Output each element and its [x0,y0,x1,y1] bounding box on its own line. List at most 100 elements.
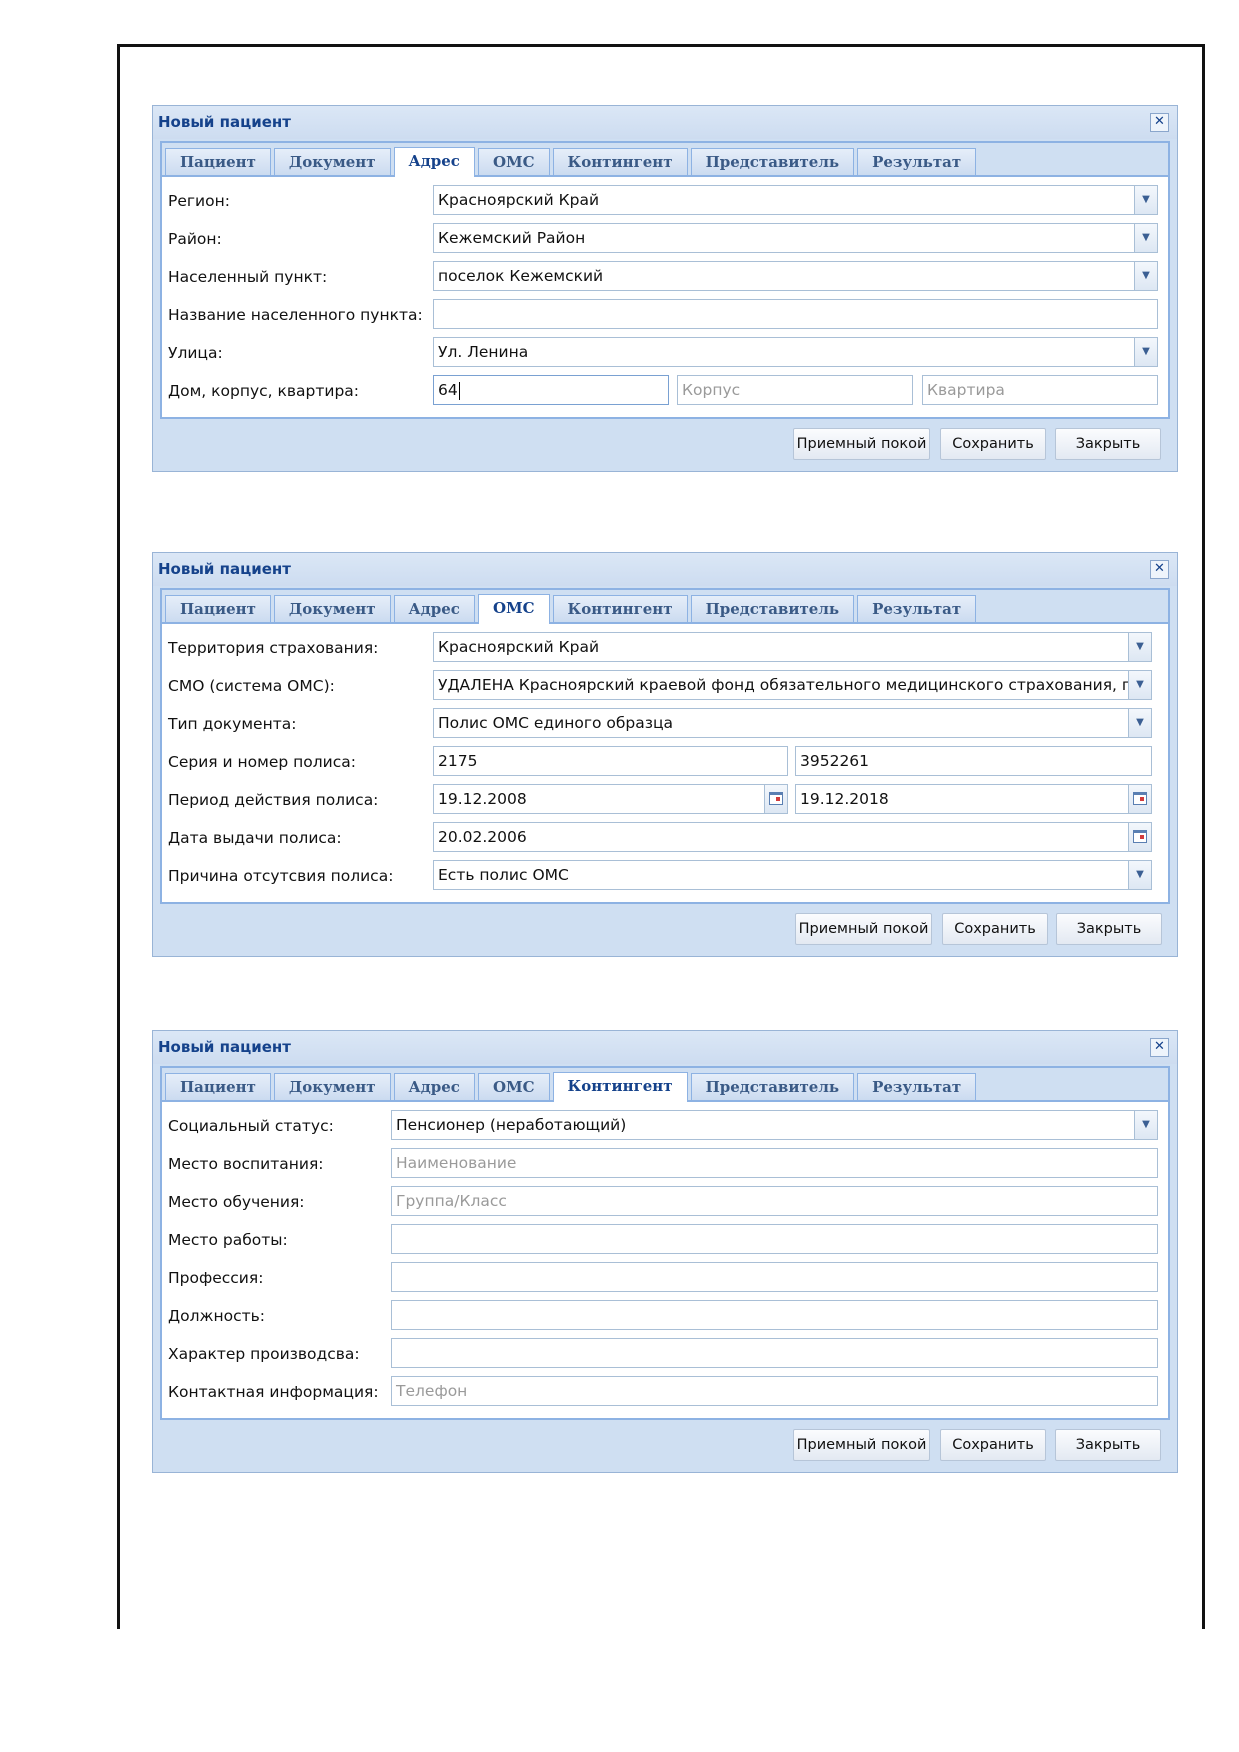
tab-patient[interactable]: Пациент [165,595,271,622]
form-row-study: Место обучения: Группа/Класс [168,1184,1160,1222]
policy-period-label: Период действия полиса: [168,791,379,809]
reception-button[interactable]: Приемный покой [793,1429,930,1461]
production-type-field[interactable] [391,1338,1158,1368]
settlement-combo[interactable]: поселок Кежемский [433,261,1135,291]
tab-representative[interactable]: Представитель [690,1073,855,1100]
tab-address[interactable]: Адрес [393,1073,475,1100]
window-title-bar[interactable]: Новый пациент ✕ [153,106,1177,139]
issue-date-label: Дата выдачи полиса: [168,829,342,847]
upbringing-field[interactable]: Наименование [391,1148,1158,1178]
policy-to-field[interactable]: 19.12.2018 [795,784,1129,814]
form-row-settlement: Населенный пункт: поселок Кежемский ▼ [168,259,1160,297]
tab-address[interactable]: Адрес [393,147,475,177]
street-combo[interactable]: Ул. Ленина [433,337,1135,367]
form-row-issue-date: Дата выдачи полиса: 20.02.2006 [168,820,1160,858]
form-row-district: Район: Кежемский Район ▼ [168,221,1160,259]
chevron-down-icon[interactable]: ▼ [1134,337,1158,367]
form-row-policy-period: Период действия полиса: 19.12.2008 19.12… [168,782,1160,820]
tab-result[interactable]: Результат [857,1073,977,1100]
tab-address[interactable]: Адрес [393,595,475,622]
tab-document[interactable]: Документ [273,1073,391,1100]
position-field[interactable] [391,1300,1158,1330]
close-button[interactable]: Закрыть [1056,913,1162,945]
form-row-workplace: Место работы: [168,1222,1160,1260]
calendar-icon[interactable] [764,784,788,814]
window-title-bar[interactable]: Новый пациент ✕ [153,1031,1177,1064]
policy-series-field[interactable]: 2175 [433,746,788,776]
smo-combo[interactable]: УДАЛЕНА Красноярский краевой фонд обязат… [433,670,1129,700]
chevron-down-icon[interactable]: ▼ [1128,670,1152,700]
window-body: Пациент Документ Адрес ОМС Контингент Пр… [160,588,1170,904]
policy-number-field[interactable]: 3952261 [795,746,1152,776]
tab-strip: Пациент Документ Адрес ОМС Контингент Пр… [162,143,1168,177]
chevron-down-icon[interactable]: ▼ [1134,261,1158,291]
position-label: Должность: [168,1307,265,1325]
production-type-label: Характер производсва: [168,1345,360,1363]
tab-oms[interactable]: ОМС [477,1073,550,1100]
window-title: Новый пациент [158,1038,291,1056]
territory-combo[interactable]: Красноярский Край [433,632,1129,662]
issue-date-field[interactable]: 20.02.2006 [433,822,1129,852]
tab-document[interactable]: Документ [273,595,391,622]
tab-result[interactable]: Результат [857,148,977,175]
close-icon[interactable]: ✕ [1150,113,1169,132]
social-status-combo[interactable]: Пенсионер (неработающий) [391,1110,1135,1140]
chevron-down-icon[interactable]: ▼ [1128,632,1152,662]
tab-patient[interactable]: Пациент [165,1073,271,1100]
policy-number-label: Серия и номер полиса: [168,753,356,771]
window-title-bar[interactable]: Новый пациент ✕ [153,553,1177,586]
close-button[interactable]: Закрыть [1055,1429,1161,1461]
calendar-icon[interactable] [1128,822,1152,852]
chevron-down-icon[interactable]: ▼ [1134,1110,1158,1140]
region-combo[interactable]: Красноярский Край [433,185,1135,215]
form-row-street: Улица: Ул. Ленина ▼ [168,335,1160,373]
policy-from-field[interactable]: 19.12.2008 [433,784,765,814]
tab-strip: Пациент Документ Адрес ОМС Контингент Пр… [162,590,1168,624]
chevron-down-icon[interactable]: ▼ [1128,708,1152,738]
tab-representative[interactable]: Представитель [690,595,855,622]
form-row-production-type: Характер производсва: [168,1336,1160,1374]
save-button[interactable]: Сохранить [940,1429,1046,1461]
absence-reason-combo[interactable]: Есть полис ОМС [433,860,1129,890]
profession-field[interactable] [391,1262,1158,1292]
tab-result[interactable]: Результат [857,595,977,622]
chevron-down-icon[interactable]: ▼ [1134,223,1158,253]
tab-contingent[interactable]: Контингент [552,1072,688,1102]
korpus-field[interactable]: Корпус [677,375,913,405]
chevron-down-icon[interactable]: ▼ [1128,860,1152,890]
calendar-icon[interactable] [1128,784,1152,814]
tab-contingent[interactable]: Контингент [552,148,688,175]
upbringing-label: Место воспитания: [168,1155,324,1173]
settlement-label: Населенный пункт: [168,268,328,286]
territory-label: Территория страхования: [168,639,379,657]
close-icon[interactable]: ✕ [1150,560,1169,579]
tab-contingent[interactable]: Контингент [552,595,688,622]
chevron-down-icon[interactable]: ▼ [1134,185,1158,215]
window-title: Новый пациент [158,113,291,131]
house-field[interactable]: 64 [433,375,669,405]
reception-button[interactable]: Приемный покой [793,428,930,460]
tab-document[interactable]: Документ [273,148,391,175]
district-combo[interactable]: Кежемский Район [433,223,1135,253]
form-row-contact: Контактная информация: Телефон [168,1374,1160,1412]
apartment-field[interactable]: Квартира [922,375,1158,405]
close-icon[interactable]: ✕ [1150,1038,1169,1057]
form-row-social-status: Социальный статус: Пенсионер (неработающ… [168,1108,1160,1146]
tab-oms[interactable]: ОМС [477,594,550,624]
tab-representative[interactable]: Представитель [690,148,855,175]
tab-oms[interactable]: ОМС [477,148,550,175]
save-button[interactable]: Сохранить [940,428,1046,460]
form-row-policy-number: Серия и номер полиса: 2175 3952261 [168,744,1160,782]
tab-patient[interactable]: Пациент [165,148,271,175]
district-label: Район: [168,230,222,248]
absence-reason-label: Причина отсутсвия полиса: [168,867,394,885]
reception-button[interactable]: Приемный покой [795,913,932,945]
doc-type-combo[interactable]: Полис ОМС единого образца [433,708,1129,738]
new-patient-window-address: Новый пациент ✕ Пациент Документ Адрес О… [152,105,1178,472]
save-button[interactable]: Сохранить [942,913,1048,945]
settlement-name-field[interactable] [433,299,1158,329]
close-button[interactable]: Закрыть [1055,428,1161,460]
contact-field[interactable]: Телефон [391,1376,1158,1406]
workplace-field[interactable] [391,1224,1158,1254]
study-field[interactable]: Группа/Класс [391,1186,1158,1216]
